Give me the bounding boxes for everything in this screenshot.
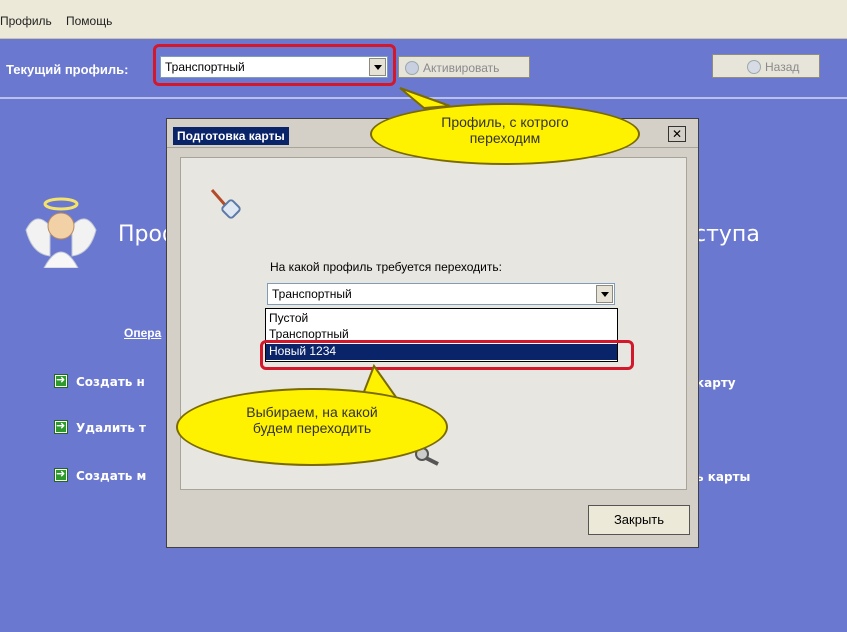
- chevron-down-icon[interactable]: [596, 285, 613, 303]
- operations-link[interactable]: Опера: [124, 326, 161, 340]
- profile-option-transport[interactable]: Транспортный: [269, 327, 349, 340]
- callout-top-line1: Профиль, с котрого: [441, 114, 569, 130]
- menu-item-help[interactable]: Помощь: [66, 14, 112, 28]
- menu-item-profile[interactable]: Профиль: [0, 14, 52, 28]
- callout-source-profile: Профиль, с котрого переходим: [370, 103, 640, 165]
- action-right-card[interactable]: карту: [696, 376, 736, 390]
- action-delete[interactable]: Удалить т: [76, 421, 146, 435]
- profile-option-empty[interactable]: Пустой: [269, 311, 308, 325]
- angel-avatar-icon: [25, 197, 97, 268]
- back-button[interactable]: Назад: [712, 54, 820, 78]
- callout-top-line2: переходим: [469, 130, 541, 146]
- action-create-m[interactable]: Создать м: [76, 469, 146, 483]
- arrow-right-icon: [54, 467, 68, 482]
- close-button[interactable]: Закрыть: [588, 505, 690, 535]
- close-icon[interactable]: ✕: [668, 126, 686, 142]
- activate-button[interactable]: Активировать: [398, 56, 530, 78]
- arrow-right-icon: [54, 419, 68, 434]
- back-button-label: Назад: [765, 60, 800, 74]
- back-arrow-icon: [747, 60, 761, 74]
- key-icon: [210, 189, 241, 219]
- target-profile-value: Транспортный: [272, 287, 352, 301]
- target-profile-select[interactable]: Транспортный: [267, 283, 615, 305]
- lightbulb-icon: [405, 61, 419, 75]
- main-title-right: ступа: [694, 222, 760, 247]
- callout-bottom-line1: Выбираем, на какой: [246, 404, 378, 420]
- dialog-title: Подготовка карты: [173, 127, 289, 145]
- action-create-new[interactable]: Создать н: [76, 375, 145, 389]
- callout-target-profile: Выбираем, на какой будем переходить: [176, 388, 448, 466]
- callout-bottom-line2: будем переходить: [252, 420, 372, 436]
- current-profile-label: Текущий профиль:: [6, 62, 129, 77]
- activate-button-label: Активировать: [423, 61, 500, 75]
- dialog-question: На какой профиль требуется переходить:: [270, 260, 502, 274]
- menu-bar: Профиль Помощь: [0, 0, 847, 39]
- arrow-right-icon: [54, 373, 68, 388]
- action-right-cards[interactable]: ь карты: [696, 470, 750, 484]
